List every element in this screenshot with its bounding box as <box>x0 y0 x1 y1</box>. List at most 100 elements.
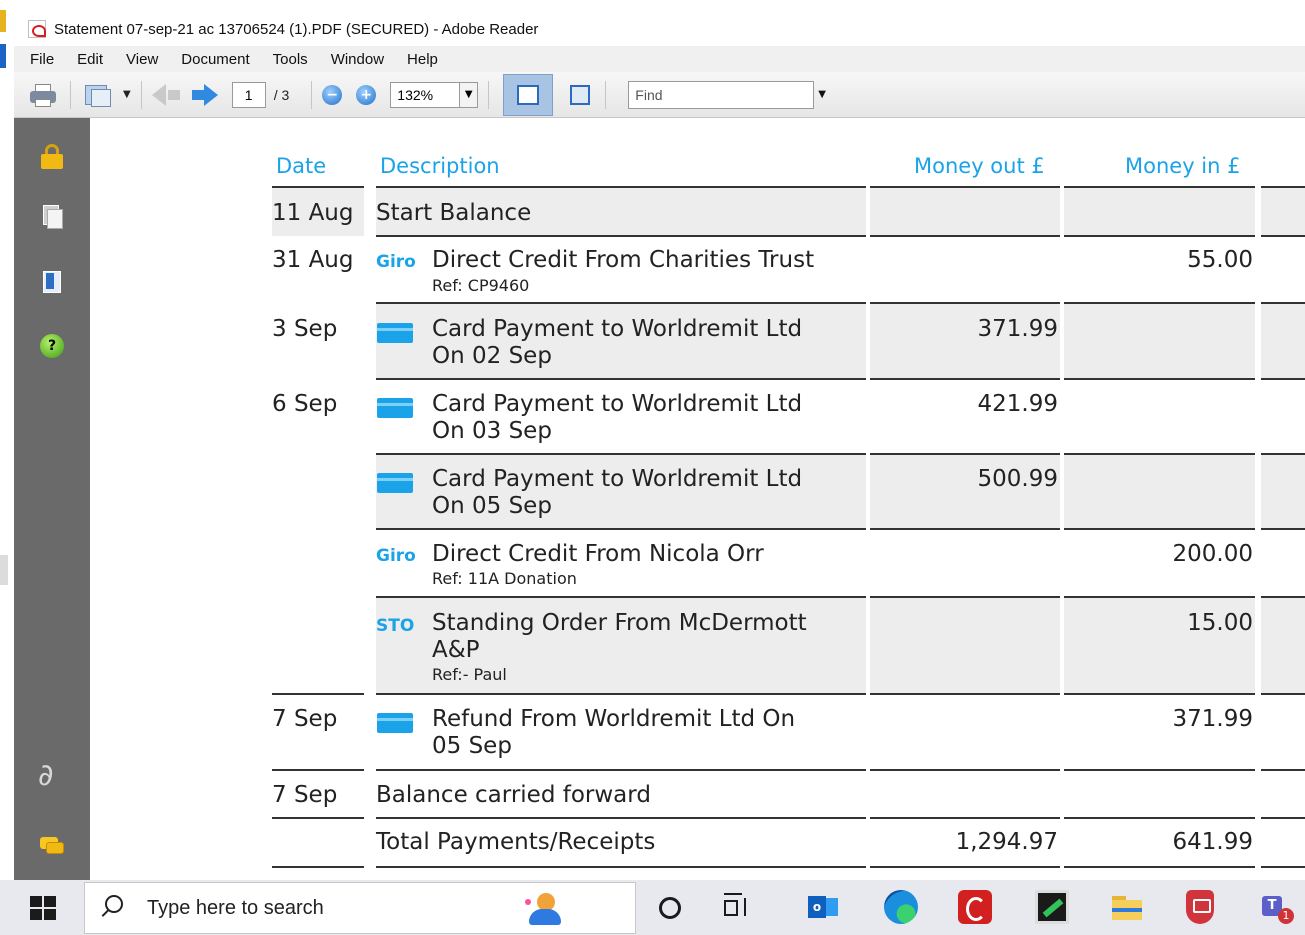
card-payment-icon <box>377 473 413 493</box>
row-date: 7 Sep <box>272 782 338 808</box>
table-rule <box>1261 866 1305 868</box>
table-rule <box>870 817 1060 819</box>
menu-edit[interactable]: Edit <box>77 51 103 68</box>
green-app-icon[interactable] <box>1035 890 1069 924</box>
fit-page-button[interactable] <box>565 80 595 110</box>
table-rule <box>376 528 866 530</box>
total-label: Total Payments/Receipts <box>376 829 656 855</box>
row-money-in: 15.00 <box>1187 610 1253 636</box>
row-money-out: 421.99 <box>977 391 1058 417</box>
share-button[interactable]: ▼ <box>81 79 131 111</box>
table-rule <box>1064 528 1255 530</box>
task-view-icon[interactable] <box>722 890 756 924</box>
table-rule <box>1261 693 1305 695</box>
fit-width-icon <box>517 84 540 105</box>
lock-icon[interactable] <box>38 142 66 170</box>
search-icon <box>105 895 123 913</box>
toolbar-separator <box>488 80 490 109</box>
table-rule <box>1064 817 1255 819</box>
chevron-down-icon: ▼ <box>123 89 131 100</box>
table-rule <box>870 528 1060 530</box>
file-explorer-icon[interactable] <box>1110 890 1144 924</box>
find-input[interactable]: Find <box>628 80 815 109</box>
window-title: Statement 07-sep-21 ac 13706524 (1).PDF … <box>54 20 539 38</box>
table-rule <box>1064 186 1255 188</box>
toolbar: ▼ 1 / 3 − + 132% ▼ Find ▼ <box>14 72 1305 118</box>
standing-order-badge: STO <box>376 616 415 636</box>
navigation-panel: ? ∂ <box>14 118 90 880</box>
table-rule <box>1064 866 1255 868</box>
help-icon[interactable]: ? <box>38 332 66 360</box>
total-money-out: 1,294.97 <box>955 829 1058 855</box>
table-rule <box>1064 693 1255 695</box>
shield-app-icon[interactable] <box>1186 890 1214 924</box>
pdf-file-icon <box>28 20 46 38</box>
bookmark-icon[interactable] <box>38 268 66 296</box>
print-icon[interactable] <box>26 82 60 108</box>
table-rule <box>1261 378 1305 380</box>
previous-page-button[interactable] <box>151 79 180 111</box>
table-rule <box>376 186 866 188</box>
table-rule <box>376 817 866 819</box>
fit-width-button[interactable] <box>503 73 554 116</box>
row-description: Card Payment to Worldremit Ltd <box>432 466 803 492</box>
zoom-level-input[interactable]: 132% <box>390 81 461 108</box>
table-rule <box>870 186 1060 188</box>
table-rule <box>376 866 866 868</box>
menu-file[interactable]: File <box>30 51 54 68</box>
table-rule <box>870 769 1060 771</box>
menu-window[interactable]: Window <box>331 51 384 68</box>
giro-badge: Giro <box>376 546 416 566</box>
table-rule <box>376 235 866 237</box>
table-rule <box>272 817 364 819</box>
pages-icon[interactable] <box>38 202 66 230</box>
zoom-dropdown-icon[interactable]: ▼ <box>460 81 479 108</box>
table-rule <box>1261 302 1305 304</box>
outlook-icon[interactable]: o <box>804 890 838 924</box>
row-description-line-2: On 03 Sep <box>432 418 552 444</box>
menu-tools[interactable]: Tools <box>273 51 308 68</box>
taskbar-search-box[interactable]: Type here to search <box>84 882 636 934</box>
row-reference: Ref:- Paul <box>432 665 507 684</box>
edge-icon[interactable] <box>884 890 918 924</box>
adobe-reader-window: Statement 07-sep-21 ac 13706524 (1).PDF … <box>0 0 1305 935</box>
header-money-in: Money in £ <box>1125 154 1241 178</box>
menu-help[interactable]: Help <box>407 51 438 68</box>
row-date: 31 Aug <box>272 247 354 273</box>
table-rule <box>376 378 866 380</box>
red-app-icon[interactable] <box>958 890 992 924</box>
desktop-window-sliver <box>0 44 6 68</box>
cortana-icon[interactable] <box>659 897 681 919</box>
title-bar: Statement 07-sep-21 ac 13706524 (1).PDF … <box>14 14 1305 44</box>
page-number-input[interactable]: 1 <box>231 81 266 108</box>
row-date: 7 Sep <box>272 706 338 732</box>
desktop-edge <box>0 0 14 880</box>
row-description: Direct Credit From Charities Trust <box>432 247 815 273</box>
row-description: Card Payment to Worldremit Ltd <box>432 316 803 342</box>
toolbar-separator <box>70 80 71 109</box>
next-page-button[interactable] <box>191 79 218 111</box>
table-rule <box>870 453 1060 455</box>
comment-icon[interactable] <box>38 832 66 860</box>
row-money-out: 500.99 <box>977 466 1058 492</box>
menu-view[interactable]: View <box>126 51 158 68</box>
row-date: 3 Sep <box>272 316 338 342</box>
table-rule <box>870 693 1060 695</box>
zoom-out-icon[interactable]: − <box>322 84 343 105</box>
table-rule <box>376 693 866 695</box>
toolbar-separator <box>140 80 142 109</box>
search-placeholder: Type here to search <box>147 897 324 919</box>
menu-document[interactable]: Document <box>181 51 249 68</box>
toolbar-separator <box>605 80 607 109</box>
zoom-in-icon[interactable]: + <box>356 84 377 105</box>
teams-icon[interactable]: T 1 <box>1258 890 1294 924</box>
attachment-icon[interactable]: ∂ <box>38 761 66 791</box>
table-rule <box>376 596 866 598</box>
table-rule <box>870 378 1060 380</box>
table-rule <box>272 866 364 868</box>
arrow-right-icon <box>203 83 218 106</box>
windows-start-icon[interactable] <box>30 896 56 920</box>
find-dropdown-icon[interactable]: ▼ <box>818 89 826 100</box>
table-rule <box>870 302 1060 304</box>
search-highlight-icon[interactable] <box>525 891 565 927</box>
